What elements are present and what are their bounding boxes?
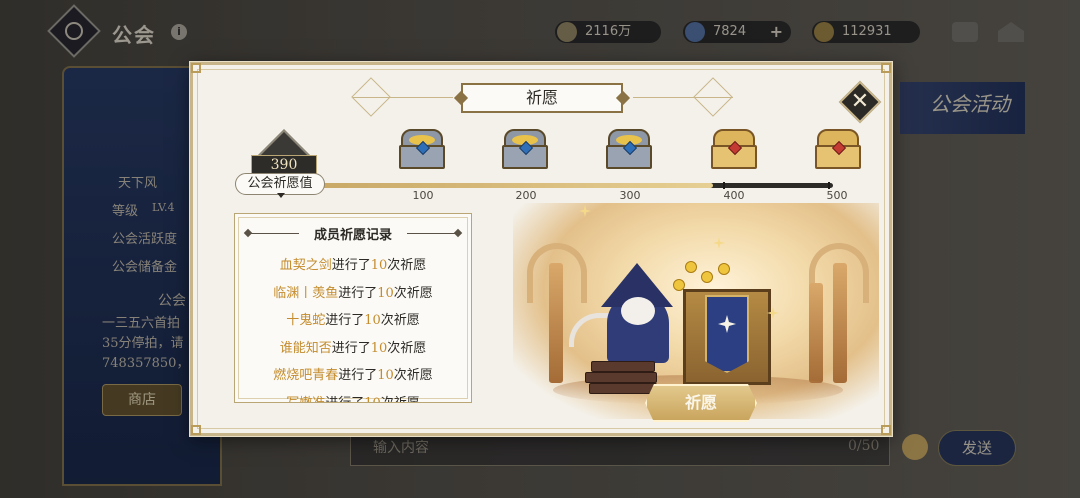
wish-count: 10	[364, 313, 381, 328]
silver-open-chest-icon[interactable]	[500, 129, 552, 173]
corner-ornament	[881, 425, 891, 435]
progress-tick	[828, 182, 830, 189]
wish-count: 10	[377, 368, 394, 383]
record-row: 燃烧吧青春进行了10次祈愿	[235, 362, 471, 390]
wish-progress-bar	[313, 182, 833, 189]
divider	[407, 233, 457, 234]
record-row: 写嫩准进行了10次祈愿	[235, 390, 471, 403]
corner-ornament	[191, 63, 201, 73]
pray-button[interactable]: 祈愿	[645, 384, 757, 422]
coin-icon	[673, 279, 685, 291]
cat-tail	[569, 313, 609, 347]
record-verb: 进行了	[325, 313, 365, 328]
silver-open-chest-icon[interactable]	[604, 129, 656, 173]
close-icon[interactable]: ✕	[847, 85, 873, 119]
book	[591, 361, 655, 372]
wish-dialog: 祈愿 ✕ 100 200 300 400 500 390 公会祈愿值 成员祈愿记…	[190, 62, 892, 436]
gold-chest-icon[interactable]	[709, 129, 757, 173]
record-suffix: 次祈愿	[387, 258, 427, 273]
record-row: 血契之剑进行了10次祈愿	[235, 252, 471, 280]
record-suffix: 次祈愿	[393, 368, 433, 383]
records-list: 血契之剑进行了10次祈愿 临渊丨羡鱼进行了10次祈愿 十鬼蛇进行了10次祈愿 谁能知否…	[235, 252, 471, 403]
member-name: 写嫩准	[286, 395, 326, 403]
pillar	[809, 283, 823, 383]
pointer-arrow-icon	[277, 193, 285, 198]
record-row: 谁能知否进行了10次祈愿	[235, 335, 471, 363]
title-ornament	[351, 77, 391, 117]
sparkle-icon	[713, 237, 725, 249]
coin-icon	[701, 271, 713, 283]
record-verb: 进行了	[331, 340, 371, 356]
record-verb: 进行了	[331, 258, 371, 273]
milestone-label: 300	[619, 189, 641, 202]
wish-count: 10	[364, 395, 381, 403]
milestone-label: 200	[515, 189, 537, 202]
cat-face	[621, 297, 655, 325]
record-suffix: 次祈愿	[387, 340, 427, 356]
book	[589, 383, 657, 394]
record-verb: 进行了	[338, 368, 378, 383]
record-suffix: 次祈愿	[380, 313, 420, 328]
wish-count: 10	[370, 258, 388, 273]
wish-count: 10	[370, 340, 388, 356]
milestone-label: 400	[723, 189, 745, 202]
progress-tick	[723, 182, 725, 189]
coin-icon	[685, 261, 697, 273]
wish-count: 10	[377, 285, 394, 301]
dialog-title: 祈愿	[461, 83, 623, 113]
member-wish-records[interactable]: 成员祈愿记录 血契之剑进行了10次祈愿 临渊丨羡鱼进行了10次祈愿 十鬼蛇进行了10…	[234, 213, 472, 403]
book	[585, 372, 657, 383]
wish-score-value: 390	[251, 155, 317, 175]
wish-score-badge: 390	[251, 129, 317, 183]
member-name: 十鬼蛇	[286, 313, 326, 328]
pillar	[549, 263, 563, 383]
pillar	[833, 263, 847, 383]
wish-score-label: 公会祈愿值	[235, 173, 325, 195]
record-verb: 进行了	[338, 285, 378, 301]
gold-chest-icon[interactable]	[813, 129, 861, 173]
chest-banner	[705, 295, 749, 373]
milestone-label: 500	[826, 189, 848, 202]
title-ornament	[693, 77, 733, 117]
corner-ornament	[191, 425, 201, 435]
record-suffix: 次祈愿	[380, 395, 420, 403]
record-verb: 进行了	[325, 395, 365, 403]
record-suffix: 次祈愿	[393, 285, 433, 301]
record-row: 临渊丨羡鱼进行了10次祈愿	[235, 280, 471, 308]
corner-ornament	[881, 63, 891, 73]
coin-icon	[718, 263, 730, 275]
wish-progress-fill	[313, 183, 713, 188]
member-name: 燃烧吧青春	[273, 368, 339, 383]
member-name: 临渊丨羡鱼	[273, 285, 339, 301]
sparkle-icon	[579, 205, 591, 217]
member-name: 血契之剑	[279, 258, 332, 273]
member-name: 谁能知否	[279, 340, 332, 356]
record-row: 十鬼蛇进行了10次祈愿	[235, 307, 471, 335]
milestone-label: 100	[412, 189, 434, 202]
silver-open-chest-icon[interactable]	[397, 129, 449, 173]
